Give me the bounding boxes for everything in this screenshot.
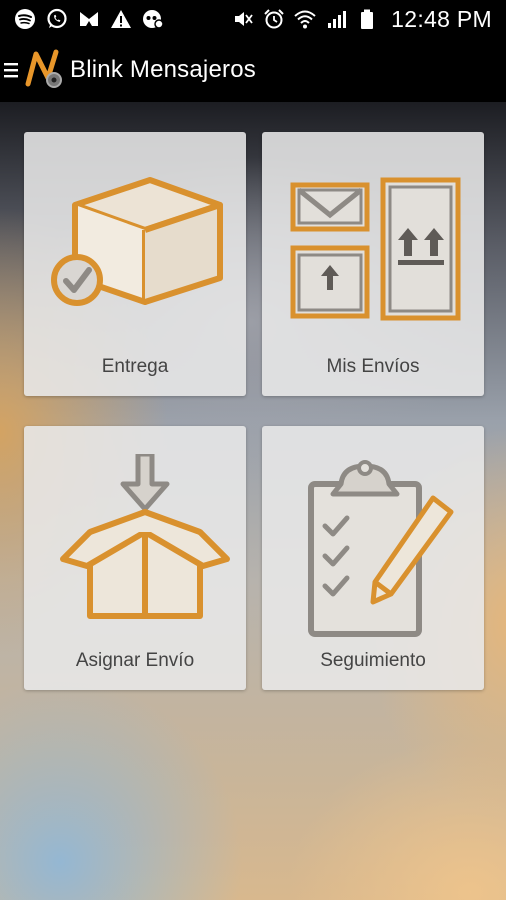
app-title: Blink Mensajeros — [70, 56, 256, 83]
app-logo-icon[interactable] — [24, 48, 64, 92]
packages-icon — [290, 177, 461, 321]
box-check-icon — [51, 177, 223, 306]
voicemail-icon — [142, 8, 164, 30]
tile-label: Mis Envíos — [326, 356, 420, 377]
app-bar: Blink Mensajeros — [0, 38, 506, 102]
menu-icon[interactable] — [0, 38, 22, 102]
clipboard-pencil-icon — [308, 460, 454, 637]
tile-entrega[interactable]: Entrega — [24, 132, 246, 396]
spotify-icon — [14, 8, 36, 30]
mute-icon — [232, 8, 254, 30]
whatsapp-icon — [46, 8, 68, 30]
tile-label: Asignar Envío — [75, 650, 195, 671]
tile-asignar-envio[interactable]: Asignar Envío — [24, 426, 246, 690]
alarm-icon — [263, 8, 285, 30]
wifi-icon — [294, 8, 316, 30]
open-box-arrow-icon — [60, 454, 230, 619]
main-content: Entrega Mis Envíos Asignar Envío Seguimi… — [0, 102, 506, 900]
signal-icon — [325, 8, 347, 30]
tile-label: Entrega — [101, 356, 169, 377]
tile-seguimiento[interactable]: Seguimiento — [262, 426, 484, 690]
battery-icon — [356, 8, 378, 30]
status-time: 12:48 PM — [391, 5, 492, 32]
warning-icon — [110, 8, 132, 30]
status-bar: 12:48 PM — [0, 0, 506, 38]
tile-mis-envios[interactable]: Mis Envíos — [262, 132, 484, 396]
tile-label: Seguimiento — [320, 650, 426, 671]
mail-app-icon — [78, 8, 100, 30]
